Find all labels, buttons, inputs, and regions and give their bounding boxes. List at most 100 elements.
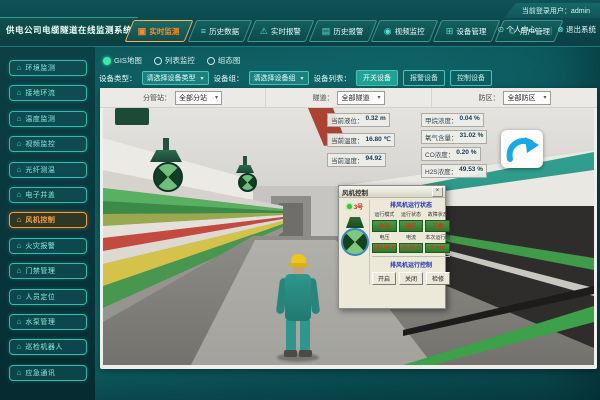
radio-label: 组态图: [218, 55, 241, 66]
sensor-row: 氧气含量： 31.02 %: [421, 130, 487, 144]
sidebar-item-label: 风机控制: [25, 215, 55, 225]
status-label: 运行状态: [399, 211, 424, 218]
sidebar-item[interactable]: ⌂ 巡检机器人: [9, 339, 87, 355]
device-list-label: 设备列表：: [314, 73, 352, 84]
view-mode-radio[interactable]: 组态图: [207, 55, 241, 66]
metric-label: 本次运行时间: [425, 234, 450, 241]
fan-status-header: 排风机运行状态: [372, 200, 450, 209]
tab-icon: ⊞: [446, 27, 454, 36]
fan-control-dialog: 风机控制 × 3号 排风机运行状态: [338, 185, 446, 309]
filter-select[interactable]: 全部分站 ▾: [175, 91, 222, 105]
device-list-button[interactable]: 开关设备: [356, 70, 398, 86]
content-panel: 分管站： 全部分站 ▾ 隧道： 全部隧道 ▾: [100, 88, 597, 369]
view-mode-radio[interactable]: 列表监控: [154, 55, 195, 66]
house-icon: ⌂: [17, 191, 22, 199]
sidebar-item-label: 火灾报警: [25, 241, 55, 251]
sidebar-item-label: 巡检机器人: [25, 342, 63, 352]
filter-cell: 隧道： 全部隧道 ▾: [266, 88, 432, 107]
sidebar-item[interactable]: ⌂ 风机控制: [9, 212, 87, 228]
metric-value: 222.94 V: [372, 243, 397, 253]
tab-label: 历史数据: [209, 26, 239, 37]
device-filter-row: 设备类型： 请选择设备类型 ▾ 设备组： 请选择设备组 ▾ 设备列表： 开关设备…: [99, 70, 492, 86]
sidebar-item[interactable]: ⌂ 火灾报警: [9, 238, 87, 254]
filter-select[interactable]: 全部防区 ▾: [503, 91, 550, 105]
user-menu: ⊙ 个人中心 ⌄ | ⊗ 退出系统: [498, 24, 596, 35]
curved-arrow-icon: [505, 135, 539, 163]
sidebar-item[interactable]: ⌂ 电子井盖: [9, 187, 87, 203]
close-icon[interactable]: ×: [432, 187, 443, 197]
sidebar-item[interactable]: ⌂ 水泵管理: [9, 314, 87, 330]
radio-dot-icon: [103, 57, 111, 65]
fan-unit-label: 3号: [354, 202, 363, 211]
worker-figure: [275, 254, 321, 362]
status-label: 故障状态: [425, 211, 450, 218]
fan-blade-icon: [238, 173, 257, 192]
sensor-readings-left: 当前液位： 0.32 m 当前温度： 16.80 ℃ 当前湿度： 94.92: [327, 113, 395, 167]
app-root: 供电公司电缆隧道在线监测系统 ▣ 实时监测 ≡ 历史数据: [0, 0, 600, 400]
sensor-row: 甲烷浓度： 0.04 %: [421, 113, 484, 127]
scene-forward-arrow-button[interactable]: [501, 130, 543, 168]
sidebar-item-label: 水泵管理: [25, 317, 55, 327]
current-user-plate: 当前登录用户：admin: [504, 3, 600, 18]
fan-control-button[interactable]: 开启: [372, 272, 396, 285]
nav-tab[interactable]: ▣ 实时监测: [125, 20, 193, 42]
sidebar-item[interactable]: ⌂ 视频监控: [9, 136, 87, 152]
device-list-button[interactable]: 报警设备: [403, 70, 445, 86]
sidebar-item[interactable]: ⌂ 温度监测: [9, 111, 87, 127]
device-group-select[interactable]: 请选择设备组 ▾: [249, 71, 309, 85]
sidebar-item-label: 光纤测温: [25, 165, 55, 175]
device-list-button[interactable]: 控制设备: [450, 70, 492, 86]
tab-icon: ≡: [201, 27, 206, 36]
status-value: 自动: [372, 220, 397, 232]
status-value: 正常: [425, 220, 450, 232]
house-icon: ⌂: [17, 89, 22, 97]
chevron-down-icon: ▾: [543, 94, 546, 101]
nav-tab[interactable]: ≡ 历史数据: [187, 20, 252, 42]
fan-status-led: 3号: [347, 202, 363, 211]
nav-tab[interactable]: ▤ 历史报警: [308, 20, 376, 42]
house-icon: ⌂: [17, 343, 22, 351]
sidebar-item[interactable]: ⌂ 光纤测温: [9, 162, 87, 178]
house-icon: ⌂: [17, 242, 22, 250]
logout-button[interactable]: ⊗ 退出系统: [557, 24, 596, 35]
device-list-buttons: 开关设备 报警设备 控制设备: [356, 70, 492, 86]
nav-tab[interactable]: ⚠ 实时报警: [246, 20, 314, 42]
dialog-titlebar[interactable]: 风机控制 ×: [339, 186, 445, 198]
fan-control-button[interactable]: 检修: [426, 272, 450, 285]
radio-label: 列表监控: [165, 55, 195, 66]
status-label: 运行模式: [372, 211, 397, 218]
sidebar-item-label: 电子井盖: [25, 190, 55, 200]
sidebar-item-label: 应急通讯: [25, 368, 55, 378]
filter-label: 隧道：: [312, 93, 333, 103]
fan-graphic-housing: [345, 217, 365, 228]
app-title-plate: 供电公司电缆隧道在线监测系统: [0, 17, 138, 41]
person-icon: ⊙: [498, 25, 505, 34]
house-icon: ⌂: [17, 64, 22, 72]
house-icon: ⌂: [17, 140, 22, 148]
personal-center-menu[interactable]: ⊙ 个人中心 ⌄: [498, 24, 545, 35]
house-icon: ⌂: [17, 369, 22, 377]
fan-unit-box: [115, 108, 149, 125]
view-mode-radio[interactable]: GIS地图: [103, 55, 142, 66]
tab-icon: ◉: [384, 27, 392, 36]
tunnel-3d-view: 当前液位： 0.32 m 当前温度： 16.80 ℃ 当前湿度： 94.92: [103, 108, 594, 365]
nav-tab[interactable]: ◉ 视频监控: [371, 20, 439, 42]
sidebar-item[interactable]: ⌂ 门禁管理: [9, 263, 87, 279]
nav-tab[interactable]: ⊞ 设备管理: [433, 20, 500, 42]
main-area: GIS地图 列表监控 组态图 设备类型： 请选择设备类型 ▾ 设备组：: [95, 46, 600, 400]
main-nav-tabs: ▣ 实时监测 ≡ 历史数据 ⚠ 实时报警: [129, 20, 559, 42]
filter-cell: 分管站： 全部分站 ▾: [100, 88, 266, 107]
location-filter-row: 分管站： 全部分站 ▾ 隧道： 全部隧道 ▾: [100, 88, 597, 108]
chevron-down-icon: ⌄: [538, 25, 545, 34]
device-type-select[interactable]: 请选择设备类型 ▾: [142, 71, 209, 85]
filter-cell: 防区： 全部防区 ▾: [432, 88, 597, 107]
sidebar-item[interactable]: ⌂ 环境监测: [9, 60, 87, 76]
sidebar: ⌂ 环境监测 ⌂ 接地环流 ⌂ 温度监测 ⌂ 视频监控 ⌂ 光纤测温: [0, 46, 95, 400]
sidebar-item[interactable]: ⌂ 接地环流: [9, 85, 87, 101]
filter-select[interactable]: 全部隧道 ▾: [337, 91, 384, 105]
chevron-down-icon: ▾: [201, 75, 204, 82]
device-type-label: 设备类型：: [99, 73, 137, 84]
sidebar-item[interactable]: ⌂ 应急通讯: [9, 365, 87, 381]
sidebar-item[interactable]: ⌂ 人员定位: [9, 289, 87, 305]
fan-control-button[interactable]: 关闭: [399, 272, 423, 285]
